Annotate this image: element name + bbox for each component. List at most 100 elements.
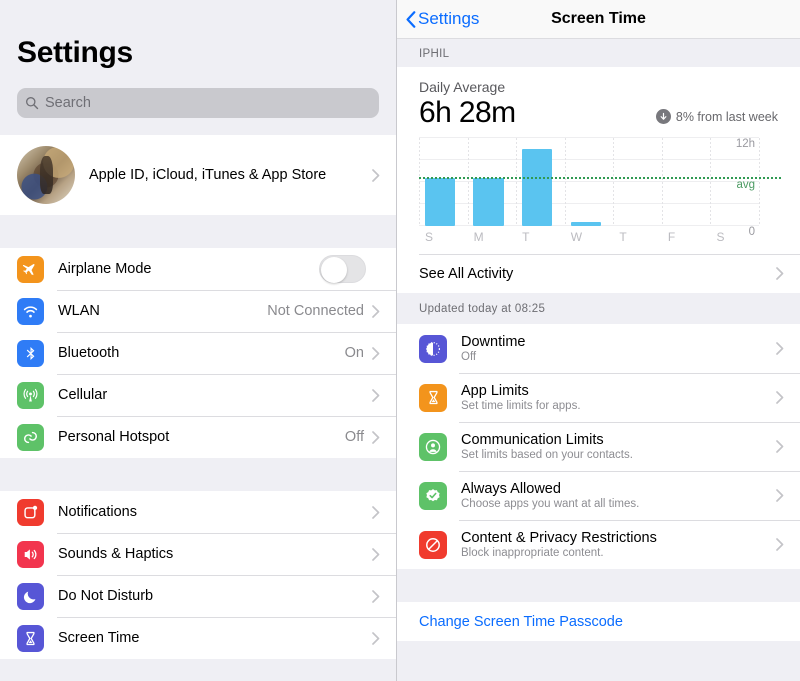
chevron-right-icon xyxy=(372,430,380,444)
chart-x-label: S xyxy=(425,230,434,244)
search-icon xyxy=(25,96,39,110)
row-change-passcode[interactable]: Change Screen Time Passcode xyxy=(397,602,800,641)
airplane-mode-toggle[interactable] xyxy=(319,255,366,283)
chevron-right-icon xyxy=(372,388,380,402)
sidebar-header: Settings Search xyxy=(0,0,396,118)
arrow-down-circle-icon xyxy=(655,109,671,124)
sidebar-item-wlan[interactable]: WLAN Not Connected xyxy=(0,290,396,332)
panel-bottom-spacer xyxy=(397,641,800,663)
notifications-icon xyxy=(17,498,44,526)
sidebar-item-apple-id[interactable]: Apple ID, iCloud, iTunes & App Store xyxy=(0,135,396,215)
chart-gridline-h xyxy=(419,137,759,138)
sidebar-item-label: Cellular xyxy=(58,387,108,403)
row-title: Content & Privacy Restrictions xyxy=(461,530,657,546)
screen-time-split-view: Settings Search Apple ID, iCloud, iTunes… xyxy=(0,0,800,681)
chart-gridline-v xyxy=(710,138,712,226)
check-badge-icon xyxy=(419,481,447,510)
account-group: Apple ID, iCloud, iTunes & App Store xyxy=(0,135,396,215)
screen-time-panel: Settings Screen Time IPHIL Daily Average… xyxy=(397,0,800,681)
sidebar-item-value: Not Connected xyxy=(267,303,364,319)
screen-time-features-card: Downtime Off App Limits Set time limits … xyxy=(397,324,800,569)
notifications-group: Notifications Sounds & Haptics Do Not Di… xyxy=(0,491,396,659)
chart-bar xyxy=(473,178,504,226)
sidebar-item-label: Sounds & Haptics xyxy=(58,546,174,562)
row-subtitle: Choose apps you want at all times. xyxy=(461,498,640,510)
sidebar-item-label: Do Not Disturb xyxy=(58,588,154,604)
sounds-speaker-icon xyxy=(17,540,44,568)
see-all-activity-label: See All Activity xyxy=(419,265,514,282)
change-passcode-label: Change Screen Time Passcode xyxy=(419,613,623,630)
settings-sidebar: Settings Search Apple ID, iCloud, iTunes… xyxy=(0,0,397,681)
chart-gridline-v xyxy=(661,138,663,226)
sidebar-spacer-3 xyxy=(0,659,396,681)
chart-gridline-v xyxy=(564,138,566,226)
row-always-allowed[interactable]: Always Allowed Choose apps you want at a… xyxy=(397,471,800,520)
chart-gridline-v xyxy=(759,138,760,226)
row-text: App Limits Set time limits for apps. xyxy=(461,383,776,412)
chevron-left-icon xyxy=(406,10,418,28)
row-subtitle: Off xyxy=(461,351,477,363)
sidebar-item-label: Airplane Mode xyxy=(58,261,152,277)
chart-x-label: M xyxy=(473,230,484,244)
chevron-right-icon xyxy=(776,342,784,355)
search-placeholder: Search xyxy=(45,95,91,111)
moon-icon xyxy=(17,582,44,610)
row-downtime[interactable]: Downtime Off xyxy=(397,324,800,373)
row-title: Communication Limits xyxy=(461,432,604,448)
row-title: App Limits xyxy=(461,383,529,399)
row-communication-limits[interactable]: Communication Limits Set limits based on… xyxy=(397,422,800,471)
bluetooth-icon xyxy=(17,339,44,367)
row-subtitle: Block inappropriate content. xyxy=(461,547,604,559)
chart-gridline-v xyxy=(516,138,518,226)
back-button[interactable]: Settings xyxy=(397,9,479,29)
hotspot-link-icon xyxy=(17,423,44,451)
chevron-right-icon xyxy=(776,440,784,453)
chart-gridline-h xyxy=(419,203,759,204)
chart-bar xyxy=(570,221,601,226)
weekly-delta-label: 8% from last week xyxy=(675,109,778,124)
sidebar-item-personal-hotspot[interactable]: Personal Hotspot Off xyxy=(0,416,396,458)
sidebar-item-bluetooth[interactable]: Bluetooth On xyxy=(0,332,396,374)
sidebar-item-cellular[interactable]: Cellular xyxy=(0,374,396,416)
chart-gridline-v xyxy=(419,138,420,226)
row-content-privacy-restrictions[interactable]: Content & Privacy Restrictions Block ina… xyxy=(397,520,800,569)
row-text: Downtime Off xyxy=(461,334,776,363)
daily-average-label: Daily Average xyxy=(419,79,506,95)
chart-gridline-v xyxy=(613,138,615,226)
wifi-icon xyxy=(17,297,44,325)
sidebar-item-value: Off xyxy=(344,429,364,445)
downtime-icon xyxy=(419,334,447,363)
sidebar-item-value: On xyxy=(344,345,364,361)
chart-x-label: T xyxy=(619,230,627,244)
device-section-header: IPHIL xyxy=(397,39,800,67)
search-input[interactable]: Search xyxy=(17,88,379,118)
chart-gridline-v xyxy=(467,138,469,226)
sidebar-item-do-not-disturb[interactable]: Do Not Disturb xyxy=(0,575,396,617)
sidebar-item-label: Apple ID, iCloud, iTunes & App Store xyxy=(89,167,327,183)
sidebar-item-notifications[interactable]: Notifications xyxy=(0,491,396,533)
chevron-right-icon xyxy=(372,346,380,360)
row-text: Communication Limits Set limits based on… xyxy=(461,432,776,461)
sidebar-item-label: WLAN xyxy=(58,303,100,319)
sidebar-item-label: Personal Hotspot xyxy=(58,429,170,445)
daily-average-summary: Daily Average 6h 28m 8% from last week xyxy=(397,67,800,130)
row-subtitle: Set time limits for apps. xyxy=(461,400,581,412)
chart-plot-area: 12h avg 0 xyxy=(419,137,781,238)
sidebar-spacer-2 xyxy=(0,458,396,491)
chevron-right-icon xyxy=(372,505,380,519)
sidebar-item-airplane-mode[interactable]: Airplane Mode xyxy=(0,248,396,290)
chevron-right-icon xyxy=(372,631,380,645)
person-circle-icon xyxy=(419,432,447,461)
chart-average-line xyxy=(419,176,781,179)
sidebar-item-label: Screen Time xyxy=(58,630,140,646)
chevron-right-icon xyxy=(372,547,380,561)
chevron-right-icon xyxy=(776,267,784,280)
sidebar-item-sounds-haptics[interactable]: Sounds & Haptics xyxy=(0,533,396,575)
row-subtitle: Set limits based on your contacts. xyxy=(461,449,633,461)
see-all-activity-row[interactable]: See All Activity xyxy=(397,254,800,293)
row-app-limits[interactable]: App Limits Set time limits for apps. xyxy=(397,373,800,422)
row-title: Always Allowed xyxy=(461,481,561,497)
chevron-right-icon xyxy=(776,391,784,404)
sidebar-item-screen-time[interactable]: Screen Time xyxy=(0,617,396,659)
row-text: Always Allowed Choose apps you want at a… xyxy=(461,481,776,510)
